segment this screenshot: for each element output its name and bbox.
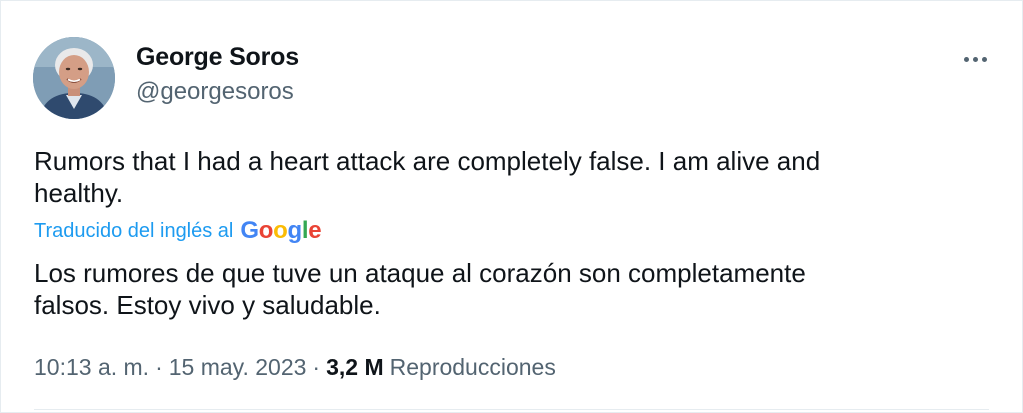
google-logo-letter: o xyxy=(258,217,274,244)
tweet-text-line: healthy. xyxy=(34,178,124,208)
translation-attribution[interactable]: Traducido del inglés al Google xyxy=(34,217,322,245)
tweet-meta: 10:13 a. m. · 15 may. 2023 · 3,2 M Repro… xyxy=(34,354,556,381)
avatar-image xyxy=(33,37,115,119)
google-logo: Google xyxy=(240,217,321,245)
views-count: 3,2 M xyxy=(326,354,384,380)
divider xyxy=(34,409,989,410)
tweet-time[interactable]: 10:13 a. m. xyxy=(34,354,149,381)
more-options-button[interactable] xyxy=(953,45,997,73)
tweet-date[interactable]: 15 may. 2023 xyxy=(169,354,307,381)
google-logo-letter: g xyxy=(287,217,303,244)
more-horizontal-icon-dot xyxy=(981,56,987,62)
tweet-card[interactable]: George Soros @georgesoros Rumors that I … xyxy=(0,0,1023,413)
tweet-text-line: Rumors that I had a heart attack are com… xyxy=(34,146,821,176)
tweet-text: Rumors that I had a heart attack are com… xyxy=(34,145,964,209)
more-horizontal-icon-dot xyxy=(972,56,978,62)
views-label[interactable]: Reproducciones xyxy=(390,354,556,381)
author-handle[interactable]: @georgesoros xyxy=(136,78,294,106)
author-name[interactable]: George Soros xyxy=(136,43,299,72)
translated-text-line: falsos. Estoy vivo y saludable. xyxy=(34,290,381,320)
google-logo-letter: G xyxy=(240,217,259,244)
google-logo-letter: o xyxy=(273,217,288,244)
translated-text-line: Los rumores de que tuve un ataque al cor… xyxy=(34,258,806,288)
translated-text: Los rumores de que tuve un ataque al cor… xyxy=(34,257,964,321)
avatar[interactable] xyxy=(33,37,115,119)
translated-by-label: Traducido del inglés al xyxy=(34,219,234,242)
google-logo-letter: e xyxy=(308,217,322,244)
meta-separator: · xyxy=(312,354,321,380)
meta-separator: · xyxy=(155,354,163,380)
more-horizontal-icon xyxy=(963,56,969,62)
